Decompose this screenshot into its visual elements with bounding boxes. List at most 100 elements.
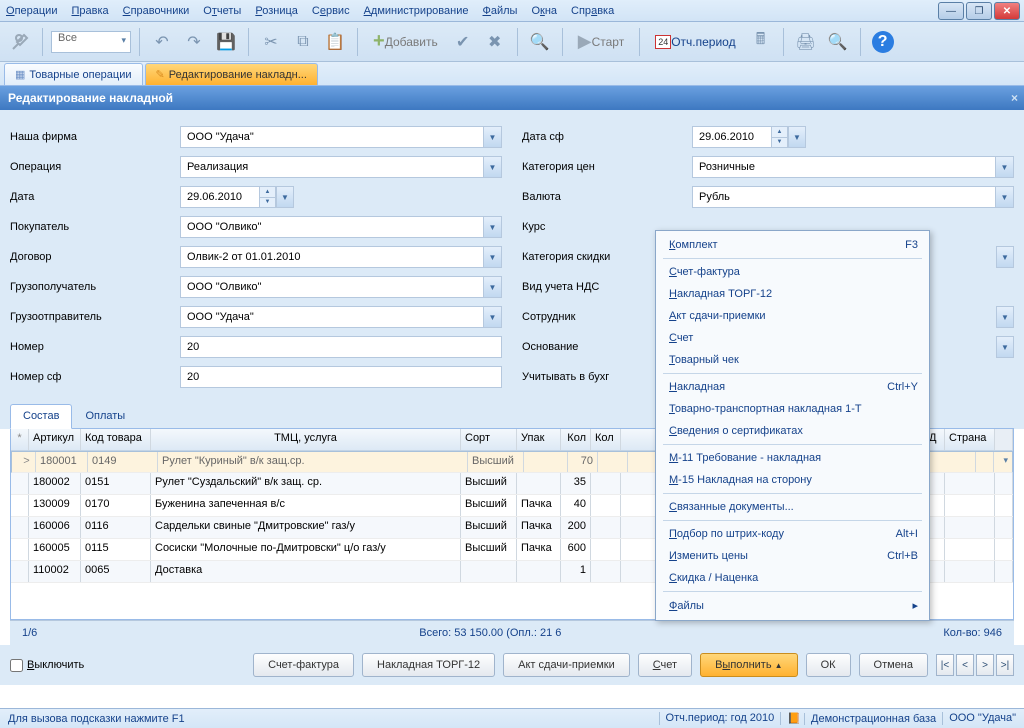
basis-dropdown[interactable]: ▼ <box>996 336 1014 358</box>
menu-item[interactable]: Сведения о сертификатах <box>659 420 926 442</box>
calculator-icon[interactable]: 🖩 <box>747 28 775 56</box>
number-sf-input[interactable]: 20 <box>180 366 502 388</box>
ok-button[interactable]: ОК <box>806 653 851 677</box>
torg12-button[interactable]: Накладная ТОРГ-12 <box>362 653 495 677</box>
print-icon[interactable]: 🖨 <box>792 28 820 56</box>
menu-item[interactable]: Справка <box>571 5 614 17</box>
tab-payments[interactable]: Оплаты <box>72 404 138 428</box>
menu-item[interactable]: Администрирование <box>364 5 469 17</box>
menu-item[interactable]: Товарный чек <box>659 349 926 371</box>
number-input[interactable]: 20 <box>180 336 502 358</box>
menu-item[interactable]: Счет <box>659 327 926 349</box>
menu-item[interactable]: Товарно-транспортная накладная 1-Т <box>659 398 926 420</box>
copy-icon[interactable]: ⧉ <box>289 28 317 56</box>
menu-item[interactable]: НакладнаяCtrl+Y <box>659 376 926 398</box>
menu-item[interactable]: Файлы▸ <box>659 594 926 617</box>
operation-select[interactable]: Реализация▼ <box>180 156 502 178</box>
execute-button[interactable]: Выполнить ▲ <box>700 653 797 677</box>
consignee-select[interactable]: ООО "Олвико"▼ <box>180 276 502 298</box>
col-pack[interactable]: Упак <box>517 429 561 450</box>
period-button[interactable]: 24Отч.период <box>648 28 742 56</box>
nav-last[interactable]: >| <box>996 654 1014 676</box>
filter-select[interactable]: Все <box>51 31 131 53</box>
tab-goods-operations[interactable]: ▦Товарные операции <box>4 63 143 85</box>
maximize-button[interactable]: ❐ <box>966 2 992 20</box>
add-button[interactable]: +Добавить <box>366 28 445 56</box>
menu-item[interactable]: Окна <box>531 5 557 17</box>
search-icon[interactable]: 🔍 <box>526 28 554 56</box>
save-icon[interactable]: 💾 <box>212 28 240 56</box>
tools-icon[interactable] <box>6 28 34 56</box>
menu-item[interactable]: Операции <box>6 5 57 17</box>
menu-item[interactable]: Розница <box>255 5 298 17</box>
nav-next[interactable]: > <box>976 654 994 676</box>
date-input[interactable]: 29.06.2010 <box>180 186 260 208</box>
menubar: Операции Правка Справочники Отчеты Розни… <box>0 0 1024 22</box>
col-qty[interactable]: Кол <box>561 429 591 450</box>
paste-icon[interactable]: 📋 <box>321 28 349 56</box>
document-tabs: ▦Товарные операции ✎Редактирование накла… <box>0 62 1024 86</box>
col-code[interactable]: Код товара <box>81 429 151 450</box>
context-menu: КомплектF3 Счет-фактураНакладная ТОРГ-12А… <box>655 230 930 621</box>
menu-item[interactable]: Сервис <box>312 5 350 17</box>
date-spinner[interactable]: ▲▼ <box>260 186 276 208</box>
label-operation: Операция <box>10 161 180 173</box>
date-dropdown[interactable]: ▼ <box>276 186 294 208</box>
redo-icon[interactable]: ↷ <box>180 28 208 56</box>
col-article[interactable]: Артикул <box>29 429 81 450</box>
nav-first[interactable]: |< <box>936 654 954 676</box>
label-buyer: Покупатель <box>10 221 180 233</box>
delete-icon[interactable]: ✖ <box>481 28 509 56</box>
label-number-sf: Номер сф <box>10 371 180 383</box>
col-sort[interactable]: Сорт <box>461 429 517 450</box>
date-sf-spinner[interactable]: ▲▼ <box>772 126 788 148</box>
menu-item[interactable]: Связанные документы... <box>659 496 926 518</box>
nav-prev[interactable]: < <box>956 654 974 676</box>
menu-item[interactable]: Правка <box>71 5 108 17</box>
col-country[interactable]: Страна <box>945 429 995 450</box>
disable-checkbox[interactable]: Выключить <box>10 659 84 672</box>
menu-item[interactable]: КомплектF3 <box>659 234 926 256</box>
label-firm: Наша фирма <box>10 131 180 143</box>
label-consignor: Грузоотправитель <box>10 311 180 323</box>
undo-icon[interactable]: ↶ <box>148 28 176 56</box>
check-icon[interactable]: ✔ <box>449 28 477 56</box>
contract-select[interactable]: Олвик-2 от 01.01.2010▼ <box>180 246 502 268</box>
cancel-button[interactable]: Отмена <box>859 653 928 677</box>
menu-item[interactable]: М-11 Требование - накладная <box>659 447 926 469</box>
firm-select[interactable]: ООО "Удача"▼ <box>180 126 502 148</box>
menu-item[interactable]: Файлы <box>482 5 517 17</box>
act-button[interactable]: Акт сдачи-приемки <box>503 653 630 677</box>
tab-edit-invoice[interactable]: ✎Редактирование накладн... <box>145 63 318 85</box>
buyer-select[interactable]: ООО "Олвико"▼ <box>180 216 502 238</box>
bill-button[interactable]: Счет <box>638 653 692 677</box>
cut-icon[interactable]: ✂ <box>257 28 285 56</box>
date-sf-dropdown[interactable]: ▼ <box>788 126 806 148</box>
menu-item[interactable]: Подбор по штрих-кодуAlt+I <box>659 523 926 545</box>
date-sf-input[interactable]: 29.06.2010 <box>692 126 772 148</box>
minimize-button[interactable]: — <box>938 2 964 20</box>
menu-item[interactable]: М-15 Накладная на сторону <box>659 469 926 491</box>
employee-dropdown[interactable]: ▼ <box>996 306 1014 328</box>
menu-item[interactable]: Изменить ценыCtrl+B <box>659 545 926 567</box>
col-qty2[interactable]: Кол <box>591 429 621 450</box>
preview-icon[interactable]: 🔍 <box>824 28 852 56</box>
col-name[interactable]: ТМЦ, услуга <box>151 429 461 450</box>
menu-item[interactable]: Скидка / Наценка <box>659 567 926 589</box>
close-icon[interactable]: × <box>1011 91 1018 105</box>
menu-item[interactable]: Отчеты <box>203 5 241 17</box>
menu-item[interactable]: Счет-фактура <box>659 261 926 283</box>
menu-item[interactable]: Накладная ТОРГ-12 <box>659 283 926 305</box>
start-button[interactable]: ▶Старт <box>571 28 631 56</box>
currency-select[interactable]: Рубль▼ <box>692 186 1014 208</box>
col-marker[interactable]: * <box>11 429 29 450</box>
menu-item[interactable]: Акт сдачи-приемки <box>659 305 926 327</box>
help-icon[interactable]: ? <box>869 28 897 56</box>
menu-item[interactable]: Справочники <box>123 5 190 17</box>
invoice-button[interactable]: Счет-фактура <box>253 653 354 677</box>
tab-content[interactable]: Состав <box>10 404 72 429</box>
pricecat-select[interactable]: Розничные▼ <box>692 156 1014 178</box>
close-button[interactable]: ✕ <box>994 2 1020 20</box>
disccat-dropdown[interactable]: ▼ <box>996 246 1014 268</box>
consignor-select[interactable]: ООО "Удача"▼ <box>180 306 502 328</box>
